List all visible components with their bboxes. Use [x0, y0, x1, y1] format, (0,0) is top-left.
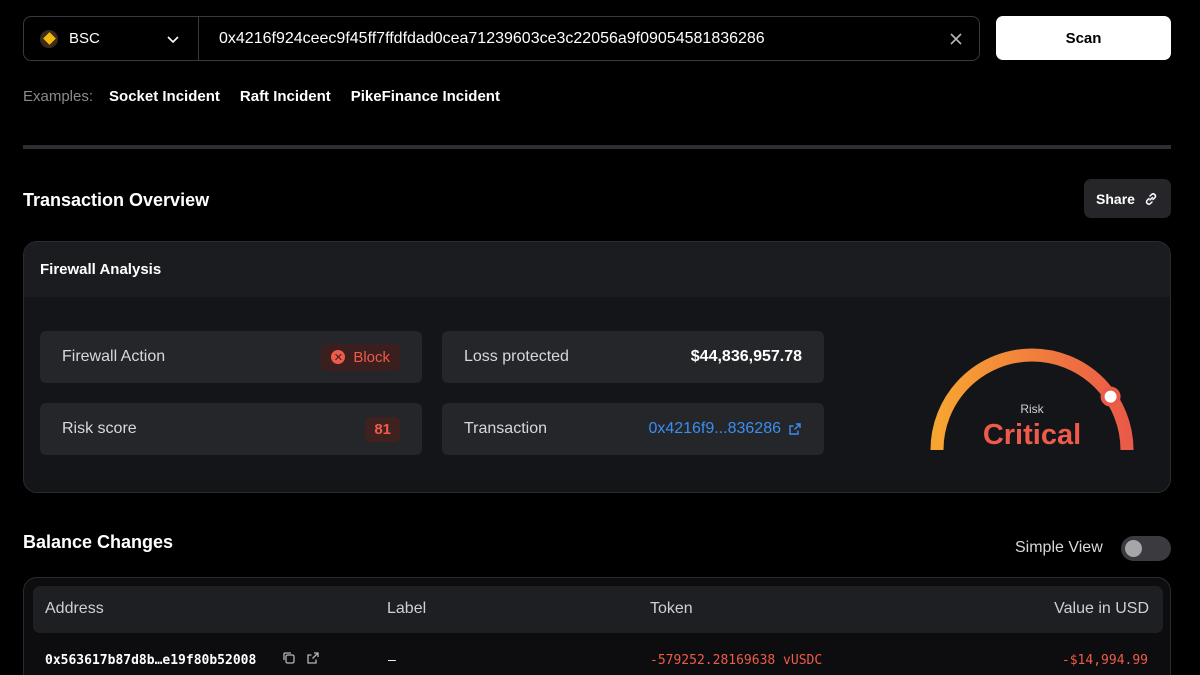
- bsc-chain-icon: [40, 29, 58, 48]
- block-badge-text: Block: [353, 348, 390, 366]
- scan-button[interactable]: Scan: [996, 16, 1171, 60]
- firewall-analysis-card: Firewall Analysis Firewall Action ✕ Bloc…: [23, 241, 1171, 493]
- example-link-raft[interactable]: Raft Incident: [240, 88, 331, 105]
- firewall-action-label: Firewall Action: [62, 348, 166, 365]
- example-link-socket[interactable]: Socket Incident: [109, 88, 220, 105]
- simple-view-label: Simple View: [1015, 539, 1103, 556]
- share-label: Share: [1096, 190, 1135, 207]
- column-address: Address: [45, 600, 104, 617]
- overview-title: Transaction Overview: [23, 190, 210, 210]
- row-value-usd: -$14,994.99: [1061, 653, 1148, 668]
- simple-view-toggle[interactable]: [1121, 536, 1171, 561]
- risk-score-label: Risk score: [62, 420, 137, 437]
- risk-gauge-level: Critical: [983, 419, 1081, 451]
- risk-gauge-caption: Risk: [1020, 402, 1044, 416]
- block-x-icon: ✕: [331, 350, 346, 364]
- external-link-icon[interactable]: [306, 651, 320, 669]
- toggle-knob: [1125, 540, 1142, 557]
- examples-row: Examples: Socket Incident Raft Incident …: [23, 88, 520, 105]
- transaction-label: Transaction: [464, 420, 547, 437]
- chain-label: BSC: [69, 30, 100, 47]
- transaction-link[interactable]: 0x4216f9...836286: [648, 420, 802, 438]
- table-row: 0x563617b87d8b…e19f80b52008 – -579252.28…: [24, 650, 1170, 674]
- column-value-usd: Value in USD: [1054, 600, 1149, 617]
- balance-changes-table: Address Label Token Value in USD 0x56361…: [23, 577, 1171, 675]
- table-header: Address Label Token Value in USD: [33, 586, 1163, 633]
- risk-gauge: Risk Critical: [930, 348, 1134, 451]
- transaction-metric: Transaction 0x4216f9...836286: [442, 403, 824, 455]
- row-token: -579252.28169638 vUSDC: [650, 653, 823, 668]
- divider: [23, 145, 1171, 149]
- risk-gauge-knob: [1100, 386, 1121, 407]
- block-badge: ✕ Block: [321, 343, 400, 371]
- risk-score-badge: 81: [365, 416, 400, 442]
- transaction-hash-short: 0x4216f9...836286: [648, 420, 781, 437]
- external-link-icon: [789, 423, 801, 435]
- search-bar: BSC: [23, 16, 980, 61]
- tx-hash-input[interactable]: [199, 17, 933, 60]
- share-button[interactable]: Share: [1084, 179, 1171, 218]
- column-token: Token: [650, 600, 693, 617]
- firewall-action-metric: Firewall Action ✕ Block: [40, 331, 422, 383]
- chevron-down-icon: [167, 36, 179, 44]
- row-label: –: [388, 653, 396, 668]
- balance-changes-title: Balance Changes: [23, 532, 174, 552]
- loss-protected-value: $44,836,957.78: [690, 348, 802, 365]
- column-label: Label: [387, 600, 427, 617]
- link-icon: [1145, 192, 1157, 205]
- chain-select[interactable]: BSC: [24, 17, 199, 60]
- risk-score-metric: Risk score 81: [40, 403, 422, 455]
- loss-protected-label: Loss protected: [464, 348, 569, 365]
- firewall-analysis-title: Firewall Analysis: [24, 242, 1170, 297]
- clear-button[interactable]: [933, 17, 979, 60]
- loss-protected-metric: Loss protected $44,836,957.78: [442, 331, 824, 383]
- example-link-pikefinance[interactable]: PikeFinance Incident: [351, 88, 500, 105]
- examples-label: Examples:: [23, 88, 94, 105]
- close-icon: [950, 32, 962, 45]
- row-address: 0x563617b87d8b…e19f80b52008: [45, 653, 257, 668]
- copy-icon[interactable]: [282, 651, 296, 669]
